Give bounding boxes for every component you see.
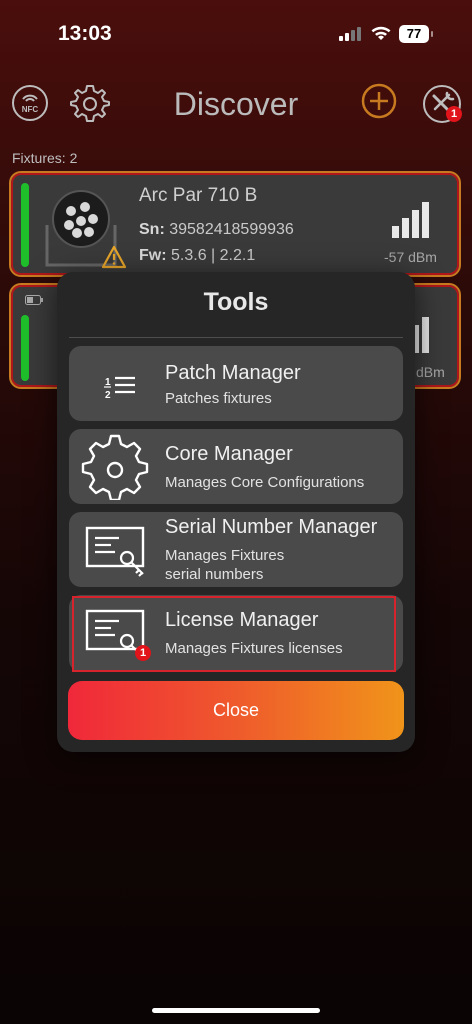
fixture-firmware: Fw: 5.3.6 | 2.2.1 xyxy=(139,247,255,265)
tools-modal: Tools 1 2 Patch Manager Patches fixtures… xyxy=(57,272,415,752)
warning-icon xyxy=(101,245,127,269)
patch-manager-button[interactable]: 1 2 Patch Manager Patches fixtures xyxy=(69,346,403,421)
firmware-label: Fw: xyxy=(139,247,167,264)
tools-button[interactable]: 1 xyxy=(421,83,463,125)
fixture-rssi: dBm xyxy=(416,364,445,380)
fixture-rssi: -57 dBm xyxy=(384,249,437,265)
battery-level: 77 xyxy=(399,25,429,43)
serial-value: 39582418599936 xyxy=(169,221,294,238)
signal-status-bar xyxy=(21,315,29,381)
cellular-signal-icon xyxy=(339,27,361,41)
signal-status-bar xyxy=(21,183,29,267)
certificate-key-icon xyxy=(85,526,145,577)
fixture-serial: Sn: 39582418599936 xyxy=(139,221,294,239)
modal-title: Tools xyxy=(203,288,269,316)
patch-list-icon: 1 2 xyxy=(104,376,135,401)
home-indicator[interactable] xyxy=(152,1008,320,1013)
svg-text:1: 1 xyxy=(105,377,111,388)
modal-divider xyxy=(69,337,403,338)
fixture-name: Arc Par 710 B xyxy=(139,185,258,206)
page-title: Discover xyxy=(173,86,299,122)
tool-title: Core Manager xyxy=(165,443,293,465)
tool-title: Patch Manager xyxy=(165,362,301,384)
gear-icon xyxy=(81,434,149,500)
tool-description: Manages Fixtures serial numbers xyxy=(165,547,285,583)
plus-circle-icon xyxy=(361,83,397,119)
status-time: 13:03 xyxy=(58,22,112,45)
serial-number-manager-button[interactable]: Serial Number Manager Manages Fixtures s… xyxy=(69,512,403,587)
tool-description: Manages Core Configurations xyxy=(165,474,365,491)
tool-title: Serial Number Manager xyxy=(165,516,378,538)
tool-description: Patches fixtures xyxy=(165,390,272,407)
tools-badge: 1 xyxy=(446,106,462,122)
wifi-icon xyxy=(371,26,391,40)
battery-tip xyxy=(431,31,433,37)
signal-strength-icon xyxy=(392,202,429,238)
fixture-card[interactable]: Arc Par 710 B Sn: 39582418599936 Fw: 5.3… xyxy=(9,171,461,277)
battery-small-icon xyxy=(25,295,43,305)
firmware-value: 5.3.6 | 2.2.1 xyxy=(171,247,256,264)
core-manager-button[interactable]: Core Manager Manages Core Configurations xyxy=(69,429,403,504)
fixtures-count: Fixtures: 2 xyxy=(12,150,78,166)
close-button[interactable]: Close xyxy=(68,681,404,740)
svg-text:2: 2 xyxy=(105,390,111,401)
status-bar: 13:03 77 xyxy=(0,0,472,70)
selection-highlight xyxy=(72,596,396,672)
serial-label: Sn: xyxy=(139,221,165,238)
add-fixture-button[interactable] xyxy=(361,83,397,119)
